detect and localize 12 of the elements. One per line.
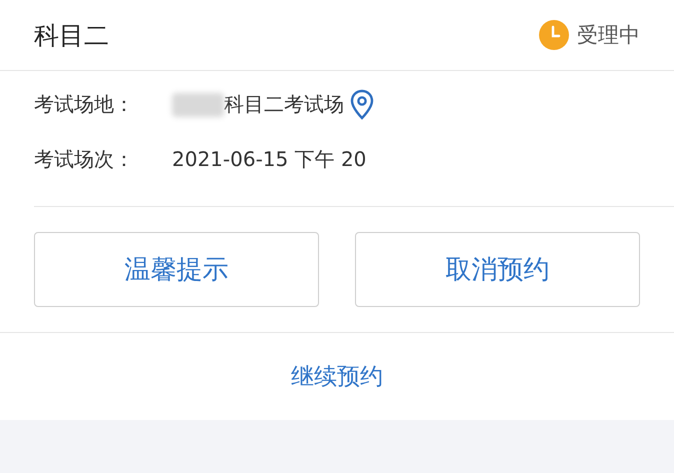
field-value: 科目二考试场	[224, 91, 344, 118]
action-button[interactable]: 温馨提示	[34, 232, 319, 307]
field-value: 2021-06-15 下午 20	[172, 146, 366, 173]
status-label: 受理中	[577, 22, 640, 49]
action-button[interactable]: 取消预约	[355, 232, 640, 307]
exam-title: 科目二	[34, 20, 109, 52]
redacted-text	[172, 92, 224, 116]
field-label: 考试场地：	[34, 91, 135, 118]
location-pin-icon[interactable]	[350, 88, 374, 120]
continue-booking-link[interactable]: 继续预约	[291, 360, 383, 392]
clock-icon	[539, 20, 569, 50]
field-label: 考试场次：	[34, 146, 135, 173]
